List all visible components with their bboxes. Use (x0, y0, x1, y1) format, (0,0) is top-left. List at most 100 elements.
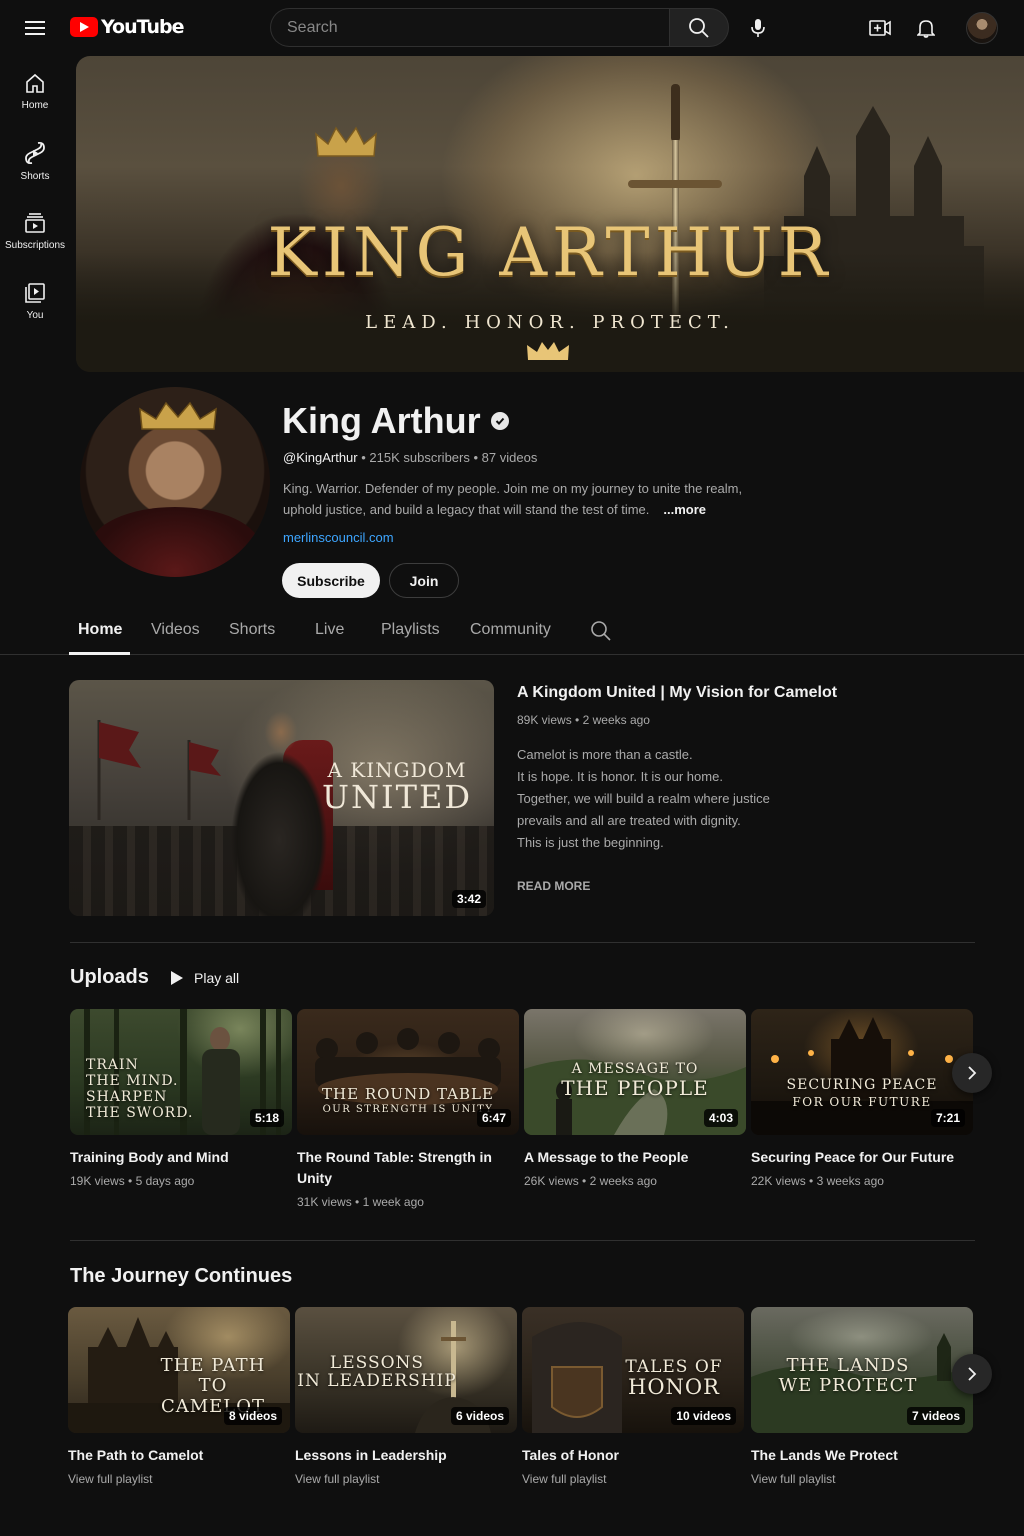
journey-next-button[interactable] (952, 1354, 992, 1394)
view-full-playlist-link[interactable]: View full playlist (522, 1472, 744, 1486)
playlist-thumb-text-1: THE PATH (160, 1355, 266, 1376)
read-more-link[interactable]: READ MORE (517, 879, 590, 893)
journey-section-title[interactable]: The Journey Continues (70, 1265, 292, 1288)
nav-item-you[interactable]: You (0, 266, 70, 336)
notifications-button[interactable] (910, 12, 942, 44)
play-all-button[interactable]: Play all (170, 966, 239, 990)
meta-separator: • (473, 450, 482, 465)
video-duration: 7:21 (930, 1109, 965, 1127)
channel-tabs: Home Videos Shorts Live Playlists Commun… (0, 610, 1024, 655)
tab-home[interactable]: Home (78, 621, 122, 639)
playlist-thumb-text-1: TALES OF (625, 1357, 723, 1377)
youtube-logo-icon (70, 17, 98, 37)
video-card[interactable]: TRAIN THE MIND. SHARPEN THE SWORD. 5:18 … (70, 1009, 292, 1188)
bell-icon (917, 20, 935, 38)
thumbnail-subcaption: THE PEOPLE (561, 1076, 709, 1100)
video-duration: 3:42 (451, 890, 486, 908)
search-input[interactable]: Search (270, 8, 670, 47)
channel-meta: @KingArthur • 215K subscribers • 87 vide… (283, 450, 537, 465)
more-link[interactable]: ...more (663, 502, 706, 517)
subscribe-button[interactable]: Subscribe (282, 563, 380, 598)
description-line: This is just the beginning. (517, 835, 664, 850)
top-bar: YouTube Search (0, 0, 1024, 56)
playlist-title[interactable]: The Path to Camelot (68, 1445, 290, 1466)
verified-icon (490, 412, 509, 430)
thumbnail-caption: THE ROUND TABLE (322, 1085, 494, 1103)
video-thumbnail[interactable]: TRAIN THE MIND. SHARPEN THE SWORD. 5:18 (70, 1009, 292, 1135)
video-duration: 4:03 (703, 1109, 738, 1127)
video-card[interactable]: THE ROUND TABLE OUR STRENGTH IS UNITY 6:… (297, 1009, 519, 1209)
upload-age: 5 days ago (135, 1174, 195, 1188)
featured-video-description: Camelot is more than a castle. It is hop… (517, 744, 817, 854)
youtube-logo[interactable]: YouTube (70, 16, 184, 38)
view-count: 22K views (751, 1174, 806, 1188)
playlist-card[interactable]: LESSONS IN LEADERSHIP 6 videos Lessons i… (295, 1307, 517, 1486)
subscriptions-icon (25, 212, 45, 233)
video-title[interactable]: A Message to the People (524, 1147, 746, 1168)
crown-icon (527, 342, 569, 360)
video-title[interactable]: Securing Peace for Our Future (751, 1147, 973, 1168)
playlist-thumb-text-2: WE PROTECT (778, 1375, 918, 1396)
tab-videos[interactable]: Videos (151, 621, 200, 639)
video-thumbnail[interactable]: SECURING PEACE FOR OUR FUTURE 7:21 (751, 1009, 973, 1135)
playlist-title[interactable]: Lessons in Leadership (295, 1445, 517, 1466)
video-title[interactable]: The Round Table: Strength in Unity (297, 1147, 519, 1189)
nav-label-you: You (26, 309, 44, 321)
video-meta: 26K views • 2 weeks ago (524, 1174, 746, 1188)
featured-video-title[interactable]: A Kingdom United | My Vision for Camelot (517, 684, 837, 702)
video-card[interactable]: SECURING PEACE FOR OUR FUTURE 7:21 Secur… (751, 1009, 973, 1188)
home-icon (26, 73, 44, 93)
join-button[interactable]: Join (389, 563, 459, 598)
create-button[interactable] (864, 12, 896, 44)
playlist-title[interactable]: The Lands We Protect (751, 1445, 973, 1466)
channel-name: King Arthur (282, 400, 509, 442)
menu-icon[interactable] (18, 14, 52, 42)
channel-link[interactable]: merlinscouncil.com (283, 530, 394, 545)
playlist-video-count: 8 videos (223, 1407, 282, 1425)
playlist-card[interactable]: TALES OF HONOR 10 videos Tales of Honor … (522, 1307, 744, 1486)
nav-item-subscriptions[interactable]: Subscriptions (0, 196, 70, 266)
playlist-thumb-text-2: HONOR (628, 1375, 720, 1399)
playlist-thumbnail[interactable]: THE LANDS WE PROTECT 7 videos (751, 1307, 973, 1433)
playlist-card[interactable]: THE PATH TO CAMELOT 8 videos The Path to… (68, 1307, 290, 1486)
playlist-video-count: 10 videos (671, 1407, 736, 1425)
video-card[interactable]: A MESSAGE TO THE PEOPLE 4:03 A Message t… (524, 1009, 746, 1188)
voice-search-button[interactable] (740, 10, 776, 46)
nav-label-subscriptions: Subscriptions (4, 239, 66, 251)
chevron-right-icon (968, 1367, 977, 1381)
thumbnail-caption: SECURING PEACE (786, 1077, 938, 1093)
tab-community[interactable]: Community (470, 621, 551, 639)
tab-playlists[interactable]: Playlists (381, 621, 440, 639)
playlist-thumbnail[interactable]: LESSONS IN LEADERSHIP 6 videos (295, 1307, 517, 1433)
tab-shorts[interactable]: Shorts (229, 621, 275, 639)
video-thumbnail[interactable]: A MESSAGE TO THE PEOPLE 4:03 (524, 1009, 746, 1135)
nav-item-shorts[interactable]: Shorts (0, 126, 70, 196)
featured-video-thumbnail[interactable]: A KINGDOM UNITED 3:42 (69, 680, 494, 916)
video-meta: 31K views • 1 week ago (297, 1195, 519, 1209)
view-full-playlist-link[interactable]: View full playlist (295, 1472, 517, 1486)
playlist-card[interactable]: THE LANDS WE PROTECT 7 videos The Lands … (751, 1307, 973, 1486)
view-full-playlist-link[interactable]: View full playlist (68, 1472, 290, 1486)
playlist-thumbnail[interactable]: THE PATH TO CAMELOT 8 videos (68, 1307, 290, 1433)
video-title[interactable]: Training Body and Mind (70, 1147, 292, 1168)
channel-search-icon[interactable] (590, 620, 612, 642)
tab-live[interactable]: Live (315, 621, 344, 639)
description-line: Together, we will build a realm where ju… (517, 791, 770, 806)
search-button[interactable] (669, 8, 729, 47)
upload-age: 3 weeks ago (816, 1174, 884, 1188)
thumbnail-caption: TRAIN THE MIND. SHARPEN THE SWORD. (86, 1057, 194, 1121)
upload-age: 2 weeks ago (582, 713, 650, 727)
nav-item-home[interactable]: Home (0, 56, 70, 126)
featured-thumb-text-2: UNITED (322, 778, 472, 816)
playlist-title[interactable]: Tales of Honor (522, 1445, 744, 1466)
view-full-playlist-link[interactable]: View full playlist (751, 1472, 973, 1486)
uploads-next-button[interactable] (952, 1053, 992, 1093)
channel-description[interactable]: King. Warrior. Defender of my people. Jo… (283, 478, 783, 520)
channel-avatar[interactable] (80, 387, 270, 577)
video-thumbnail[interactable]: THE ROUND TABLE OUR STRENGTH IS UNITY 6:… (297, 1009, 519, 1135)
playlist-video-count: 6 videos (450, 1407, 509, 1425)
uploads-section-title[interactable]: Uploads (70, 966, 149, 989)
account-avatar[interactable] (966, 12, 998, 44)
chevron-right-icon (968, 1066, 977, 1080)
playlist-thumbnail[interactable]: TALES OF HONOR 10 videos (522, 1307, 744, 1433)
